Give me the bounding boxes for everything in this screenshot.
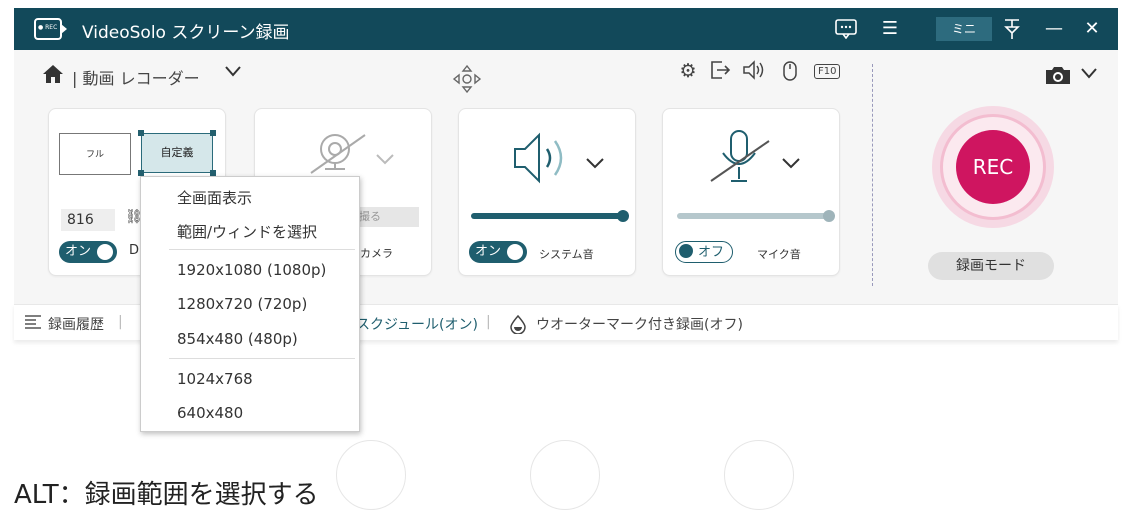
- export-icon[interactable]: [708, 60, 732, 85]
- pin-icon[interactable]: [998, 16, 1026, 42]
- watermark-link[interactable]: ウオーターマーク付き録画(オフ): [536, 314, 743, 334]
- resize-handle[interactable]: [210, 130, 216, 136]
- caption-text: ALT：録画範囲を選択する: [14, 480, 319, 510]
- screen-toggle[interactable]: オン: [59, 241, 117, 263]
- area-select-dropdown: 全画面表示 範囲/ウィンドを選択 1920x1080 (1080p) 1280x…: [140, 176, 360, 432]
- microphone-card: オフ マイク音: [662, 108, 840, 276]
- full-screen-option[interactable]: フル: [59, 133, 131, 175]
- schedule-link[interactable]: スクジュール(オン): [356, 314, 478, 334]
- title-bar: ● REC VideoSolo スクリーン録画 ☰ ミニ — ✕: [14, 8, 1118, 50]
- width-input[interactable]: 816: [61, 209, 115, 231]
- toggle-knob: [97, 244, 113, 260]
- menu-separator: [169, 358, 355, 359]
- history-link[interactable]: 録画履歴: [48, 314, 104, 334]
- chevron-down-icon[interactable]: [781, 151, 801, 175]
- speaker-icon[interactable]: [511, 131, 577, 189]
- speaker-icon[interactable]: [742, 60, 766, 85]
- divider: [872, 64, 873, 286]
- menu-item-640x480[interactable]: 640x480: [177, 404, 243, 422]
- separator: |: [486, 314, 491, 330]
- system-sound-card: オン システム音: [458, 108, 636, 276]
- app-logo-icon: ● REC: [34, 18, 67, 40]
- logo-text: ● REC: [38, 24, 58, 31]
- toggle-label: オン: [475, 244, 502, 259]
- app-title: VideoSolo スクリーン録画: [82, 23, 290, 43]
- watermark-drop-icon[interactable]: [508, 314, 528, 338]
- system-volume-slider[interactable]: [471, 210, 629, 222]
- menu-separator: [169, 249, 355, 250]
- screenshot-camera-icon[interactable]: [1044, 64, 1072, 91]
- toggle-label: オフ: [698, 245, 725, 260]
- slider-knob[interactable]: [823, 210, 835, 222]
- screen-toggle-extra: D: [129, 243, 140, 258]
- system-sound-label: システム音: [539, 248, 594, 261]
- chevron-down-icon[interactable]: [1080, 64, 1098, 87]
- custom-area-option[interactable]: 自定義: [141, 133, 213, 173]
- menu-icon[interactable]: ☰: [876, 16, 904, 42]
- menu-item-fullscreen[interactable]: 全画面表示: [177, 187, 252, 208]
- mic-off-icon[interactable]: [707, 127, 773, 191]
- chevron-down-icon[interactable]: [224, 62, 242, 85]
- webcam-off-icon[interactable]: [307, 129, 371, 181]
- breadcrumb: | 動画 レコーダー: [72, 69, 200, 88]
- menu-item-720p[interactable]: 1280x720 (720p): [177, 295, 307, 313]
- resize-handle[interactable]: [138, 130, 144, 136]
- ghost-circle: [724, 440, 794, 510]
- slider-knob[interactable]: [617, 210, 629, 222]
- mic-label: マイク音: [757, 248, 801, 261]
- mouse-icon[interactable]: [778, 60, 802, 87]
- mic-toggle[interactable]: オフ: [675, 241, 733, 263]
- mini-mode-button[interactable]: ミニ: [936, 17, 992, 41]
- feedback-icon[interactable]: [832, 16, 860, 42]
- ghost-circle: [336, 440, 406, 510]
- settings-icon[interactable]: ⚙: [676, 60, 700, 82]
- toggle-knob: [507, 244, 523, 260]
- toggle-label: オン: [65, 244, 92, 259]
- separator: |: [118, 314, 123, 330]
- close-icon[interactable]: ✕: [1078, 16, 1106, 42]
- minimize-icon[interactable]: —: [1040, 16, 1068, 42]
- menu-item-480p[interactable]: 854x480 (480p): [177, 330, 298, 348]
- toggle-knob: [679, 244, 693, 258]
- mic-volume-slider[interactable]: [677, 210, 835, 222]
- menu-item-1080p[interactable]: 1920x1080 (1080p): [177, 261, 326, 279]
- f10-hotkey-icon[interactable]: F10: [814, 64, 841, 79]
- home-icon[interactable]: [42, 64, 64, 89]
- history-list-icon[interactable]: [24, 314, 42, 334]
- menu-item-1024x768[interactable]: 1024x768: [177, 370, 253, 388]
- ghost-circle: [530, 440, 600, 510]
- chevron-down-icon[interactable]: [585, 151, 605, 175]
- record-mode-button[interactable]: 録画モード: [928, 252, 1054, 280]
- chevron-down-icon[interactable]: [375, 147, 395, 171]
- rec-button[interactable]: REC: [956, 130, 1030, 204]
- system-sound-toggle[interactable]: オン: [469, 241, 527, 263]
- move-icon[interactable]: [452, 64, 482, 100]
- menu-item-select-region[interactable]: 範囲/ウィンドを選択: [177, 221, 317, 242]
